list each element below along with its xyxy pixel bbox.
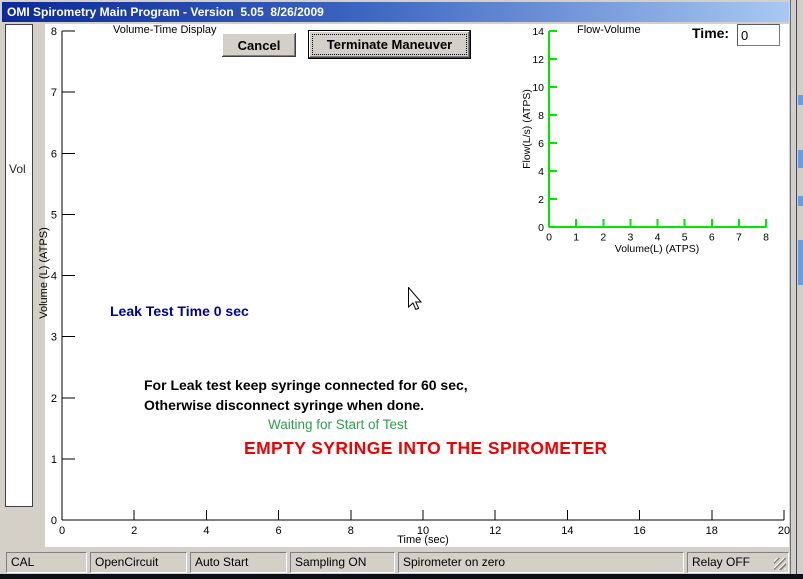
- svg-text:0: 0: [546, 232, 552, 244]
- svg-text:14: 14: [561, 525, 573, 537]
- svg-text:5: 5: [51, 209, 57, 221]
- svg-text:5: 5: [682, 232, 688, 244]
- window-edge-line: [796, 0, 797, 574]
- status-panel-cal: CAL: [6, 552, 87, 573]
- svg-text:2: 2: [51, 393, 57, 405]
- svg-text:4: 4: [203, 525, 209, 537]
- svg-text:8: 8: [51, 26, 57, 38]
- svg-text:1: 1: [573, 232, 579, 244]
- waiting-status-text: Waiting for Start of Test: [268, 417, 408, 432]
- svg-text:10: 10: [532, 82, 544, 94]
- flow-volume-x-axis-label: Volume(L) (ATPS): [557, 243, 757, 255]
- background-window-sliver: [791, 0, 803, 574]
- svg-text:0: 0: [59, 525, 65, 537]
- background-fragment: [798, 240, 803, 285]
- svg-text:4: 4: [51, 271, 57, 283]
- status-panel-autostart: Auto Start: [190, 552, 287, 573]
- charts-layer: 0123456780246810121416182002468101214012…: [0, 0, 803, 579]
- empty-syringe-alert-text: EMPTY SYRINGE INTO THE SPIROMETER: [244, 438, 608, 459]
- svg-text:6: 6: [709, 232, 715, 244]
- svg-text:3: 3: [51, 332, 57, 344]
- svg-text:12: 12: [532, 54, 544, 66]
- mouse-cursor-icon: [408, 287, 424, 311]
- status-panel-relay: Relay OFF: [687, 552, 789, 573]
- time-label: Time:: [692, 25, 729, 41]
- leak-test-time-text: Leak Test Time 0 sec: [110, 303, 249, 319]
- time-input[interactable]: [737, 24, 780, 46]
- svg-text:3: 3: [627, 232, 633, 244]
- bottom-edge-strip: [0, 574, 803, 579]
- background-fragment: [798, 150, 803, 168]
- flow-volume-y-axis-label: Flow(L/s) (ATPS): [521, 29, 533, 229]
- terminate-maneuver-button[interactable]: Terminate Maneuver: [308, 30, 471, 59]
- svg-text:8: 8: [538, 110, 544, 122]
- status-panel-sampling: Sampling ON: [290, 552, 395, 573]
- svg-text:2: 2: [600, 232, 606, 244]
- svg-text:6: 6: [538, 138, 544, 150]
- svg-text:14: 14: [532, 26, 544, 38]
- instruction-line2: Otherwise disconnect syringe when done.: [144, 397, 424, 413]
- time-axis-label: Time (sec): [323, 534, 523, 546]
- svg-text:7: 7: [51, 87, 57, 99]
- status-panel-circuit: OpenCircuit: [90, 552, 187, 573]
- svg-text:4: 4: [538, 166, 544, 178]
- svg-text:6: 6: [276, 525, 282, 537]
- svg-text:7: 7: [736, 232, 742, 244]
- app-window: OMI Spirometry Main Program - Version 5.…: [0, 0, 791, 574]
- flow-volume-chart-title: Flow-Volume: [577, 24, 641, 36]
- status-bar: CAL OpenCircuit Auto Start Sampling ON S…: [0, 551, 791, 574]
- volume-time-chart-title: Volume-Time Display: [113, 24, 217, 36]
- svg-text:4: 4: [655, 232, 661, 244]
- svg-text:18: 18: [706, 525, 718, 537]
- instruction-line1: For Leak test keep syringe connected for…: [144, 377, 468, 393]
- resize-grip-icon[interactable]: [774, 558, 786, 570]
- cancel-button[interactable]: Cancel: [222, 33, 296, 57]
- svg-text:0: 0: [538, 222, 544, 234]
- svg-text:8: 8: [763, 232, 769, 244]
- status-panel-spirometer: Spirometer on zero: [398, 552, 684, 573]
- svg-text:6: 6: [51, 148, 57, 160]
- terminate-maneuver-label: Terminate Maneuver: [312, 34, 467, 55]
- svg-text:16: 16: [633, 525, 645, 537]
- status-relay-text: Relay OFF: [692, 555, 750, 569]
- background-fragment: [798, 95, 803, 105]
- svg-text:0: 0: [51, 515, 57, 527]
- volume-axis-label: Volume (L) (ATPS): [38, 173, 50, 373]
- background-fragment: [798, 196, 803, 206]
- svg-text:1: 1: [51, 454, 57, 466]
- svg-text:2: 2: [538, 194, 544, 206]
- svg-text:20: 20: [778, 525, 790, 537]
- svg-text:2: 2: [131, 525, 137, 537]
